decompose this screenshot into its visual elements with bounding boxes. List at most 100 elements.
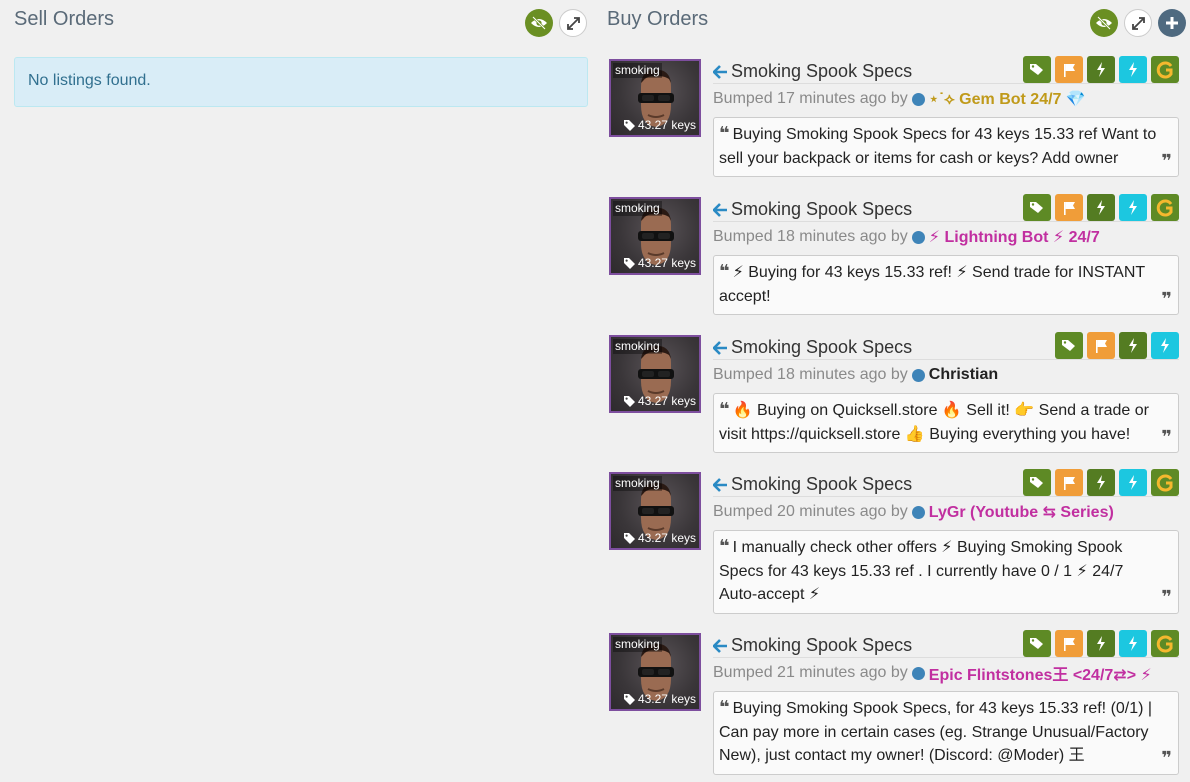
tag-icon [1029, 64, 1043, 75]
listing-message-text: I manually check other offers ⚡ Buying S… [719, 539, 1124, 603]
add-buy-order-button[interactable] [1158, 9, 1186, 37]
item-name-link[interactable]: Smoking Spook Specs [713, 61, 912, 82]
report-badge[interactable] [1055, 194, 1083, 221]
user-name: Christian [928, 366, 999, 383]
user-name-link[interactable]: ⚡ Lightning Bot ⚡ 24/7 [929, 227, 1100, 247]
item-name-link[interactable]: Smoking Spook Specs [713, 337, 912, 358]
bumped-text: Bumped 18 minutes ago by [713, 228, 908, 245]
bumped-info: Bumped 21 minutes ago by Epic Flintstone… [713, 662, 1179, 684]
tag-icon [1029, 477, 1043, 488]
user-name: LyGr (Youtube ⇆ Series) [928, 504, 1114, 521]
user-name-link[interactable]: Christian [929, 366, 998, 384]
quote-right-icon: ❞ [1161, 150, 1172, 171]
item-name-link[interactable]: Smoking Spook Specs [713, 635, 912, 656]
item-price-text: 43.27 keys [637, 118, 696, 132]
user-prefix: ⋆˙⟡ [928, 91, 955, 108]
listing-message-text: 🔥 Buying on Quicksell.store 🔥 Sell it! 👉… [719, 402, 1149, 443]
price-check-badge[interactable] [1023, 630, 1051, 657]
listing-message: ❝ ⚡ Buying for 43 keys 15.33 ref! ⚡ Send … [713, 255, 1179, 315]
instant-trade-badge[interactable] [1119, 630, 1147, 657]
quote-right-icon: ❞ [1161, 426, 1172, 447]
bolt-icon [1129, 338, 1137, 353]
bumped-text: Bumped 17 minutes ago by [713, 90, 908, 107]
buy-orders-title: Buy Orders [607, 8, 709, 30]
user-name-link[interactable]: Epic Flintstones王 <24/7⇄> ⚡ [929, 661, 1152, 685]
buy-expand-button[interactable] [1124, 9, 1152, 37]
item-quality-label: smoking [613, 339, 662, 354]
user-name-link[interactable]: LyGr (Youtube ⇆ Series) [929, 502, 1114, 522]
sell-expand-button[interactable] [559, 9, 587, 37]
listing-message: ❝ Buying Smoking Spook Specs for 43 keys … [713, 117, 1179, 177]
price-check-badge[interactable] [1023, 56, 1051, 83]
user-suffix: ⚡ 24/7 [1052, 229, 1100, 246]
sell-orders-panel: Sell Orders No listings found. [14, 0, 588, 107]
trade-offer-badge[interactable] [1119, 332, 1147, 359]
item-thumbnail[interactable]: smoking 43.27 keys [609, 472, 701, 550]
flag-icon [1063, 637, 1075, 651]
price-check-badge[interactable] [1023, 194, 1051, 221]
listing-message: ❝ Buying Smoking Spook Specs, for 43 keys… [713, 691, 1179, 775]
user-name-link[interactable]: ⋆˙⟡ Gem Bot 24/7 💎 [929, 89, 1086, 109]
item-name-link[interactable]: Smoking Spook Specs [713, 199, 912, 220]
report-badge[interactable] [1055, 469, 1083, 496]
bolt-icon [1097, 636, 1105, 651]
report-badge[interactable] [1055, 630, 1083, 657]
tag-icon [1029, 638, 1043, 649]
bolt-icon [1129, 62, 1137, 77]
listing-message: ❝ I manually check other offers ⚡ Buying … [713, 530, 1179, 614]
sell-orders-title: Sell Orders [14, 8, 115, 30]
expand-icon [566, 16, 580, 30]
tag-icon [623, 693, 635, 705]
arrow-left-icon [713, 340, 727, 355]
gold-g-badge[interactable] [1151, 630, 1179, 657]
user-prefix: ⚡ [928, 229, 941, 246]
bolt-icon [1129, 200, 1137, 215]
item-price: 43.27 keys [623, 692, 696, 706]
price-check-badge[interactable] [1055, 332, 1083, 359]
bumped-text: Bumped 21 minutes ago by [713, 664, 908, 681]
flag-icon [1063, 476, 1075, 490]
item-thumbnail[interactable]: smoking 43.27 keys [609, 197, 701, 275]
instant-trade-badge[interactable] [1151, 332, 1179, 359]
price-check-badge[interactable] [1023, 469, 1051, 496]
quote-left-icon: ❝ [719, 261, 730, 281]
eye-slash-icon [1096, 16, 1112, 30]
instant-trade-badge[interactable] [1119, 469, 1147, 496]
quote-right-icon: ❞ [1161, 748, 1172, 768]
trade-offer-badge[interactable] [1087, 194, 1115, 221]
instant-trade-badge[interactable] [1119, 194, 1147, 221]
item-quality-label: smoking [613, 201, 662, 216]
sell-toggle-visibility-button[interactable] [525, 9, 553, 37]
report-badge[interactable] [1055, 56, 1083, 83]
buy-orders-panel: Buy Orders smoking 43.27 keys Smoking Sp… [607, 0, 1186, 775]
bumped-info: Bumped 20 minutes ago by LyGr (Youtube ⇆… [713, 501, 1179, 523]
instant-trade-badge[interactable] [1119, 56, 1147, 83]
item-price: 43.27 keys [623, 394, 696, 408]
g-logo-icon [1156, 635, 1173, 652]
bolt-icon [1097, 62, 1105, 77]
item-quality-label: smoking [613, 637, 662, 652]
gold-g-badge[interactable] [1151, 56, 1179, 83]
buy-toggle-visibility-button[interactable] [1090, 9, 1118, 37]
gold-g-badge[interactable] [1151, 194, 1179, 221]
item-thumbnail[interactable]: smoking 43.27 keys [609, 633, 701, 711]
trade-offer-badge[interactable] [1087, 469, 1115, 496]
bumped-info: Bumped 17 minutes ago by ⋆˙⟡ Gem Bot 24/… [713, 88, 1179, 110]
report-badge[interactable] [1087, 332, 1115, 359]
arrow-left-icon [713, 477, 727, 492]
user-status-dot [911, 92, 925, 106]
tag-icon [623, 532, 635, 544]
trade-offer-badge[interactable] [1087, 56, 1115, 83]
trade-offer-badge[interactable] [1087, 630, 1115, 657]
user-status-dot [911, 505, 925, 519]
user-name: Epic Flintstones王 <24/7⇄> [928, 667, 1137, 684]
item-thumbnail[interactable]: smoking 43.27 keys [609, 335, 701, 413]
listing-badges [1023, 469, 1179, 496]
quote-right-icon: ❞ [1161, 288, 1172, 309]
item-price-text: 43.27 keys [637, 394, 696, 408]
listing-badges [1023, 194, 1179, 221]
item-name-link[interactable]: Smoking Spook Specs [713, 474, 912, 495]
gold-g-badge[interactable] [1151, 469, 1179, 496]
user-name: Gem Bot 24/7 [959, 91, 1062, 108]
item-thumbnail[interactable]: smoking 43.27 keys [609, 59, 701, 137]
